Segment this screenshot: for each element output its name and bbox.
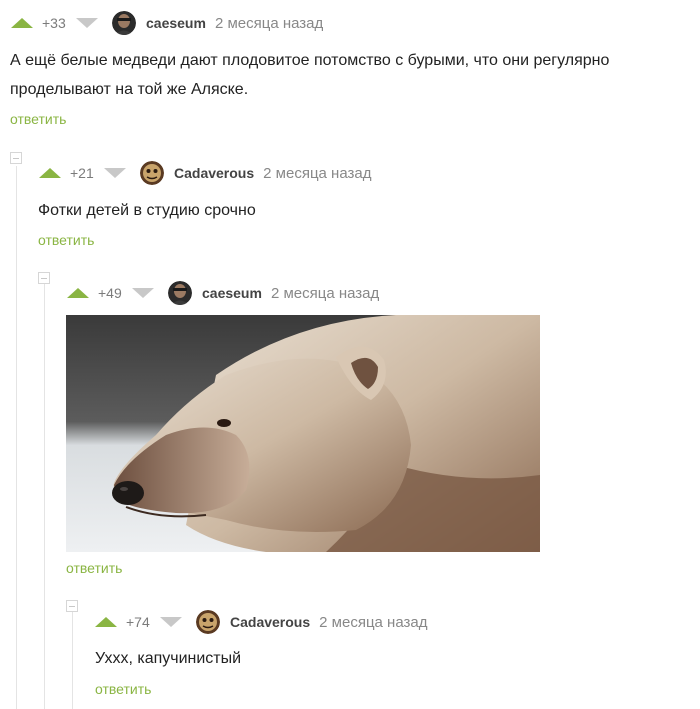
comment-meta: +49 caeseum 2 месяца назад: [67, 281, 379, 305]
comment-time[interactable]: 2 месяца назад: [319, 614, 427, 631]
comment-time[interactable]: 2 месяца назад: [215, 15, 323, 32]
comment-text-line: Фотки детей в студию срочно: [38, 202, 256, 219]
reply-button[interactable]: ответить: [66, 560, 122, 576]
reply-button[interactable]: ответить: [10, 111, 66, 127]
comment-meta: +33 caeseum 2 месяца назад: [11, 11, 323, 35]
downvote-icon[interactable]: [104, 168, 126, 178]
comment-text-line: А ещё белые медведи дают плодовитое пото…: [10, 52, 610, 69]
downvote-icon[interactable]: [160, 617, 182, 627]
collapse-icon[interactable]: [38, 272, 50, 284]
comment-author[interactable]: caeseum: [202, 285, 262, 301]
comment-score: +33: [42, 15, 66, 31]
avatar[interactable]: [196, 610, 220, 634]
comment-author[interactable]: Cadaverous: [174, 165, 254, 181]
comment-meta: +74 Cadaverous 2 месяца назад: [95, 610, 427, 634]
reply-button[interactable]: ответить: [38, 232, 94, 248]
comment-text: Уххх, капучинистый: [95, 644, 241, 673]
comment-score: +74: [126, 614, 150, 630]
comment-author[interactable]: Cadaverous: [230, 614, 310, 630]
comment-text: А ещё белые медведи дают плодовитое пото…: [10, 46, 609, 104]
upvote-icon[interactable]: [67, 288, 89, 298]
thread-line: [44, 284, 45, 709]
comment-score: +21: [70, 165, 94, 181]
upvote-icon[interactable]: [39, 168, 61, 178]
avatar[interactable]: [140, 161, 164, 185]
collapse-icon[interactable]: [10, 152, 22, 164]
collapse-icon[interactable]: [66, 600, 78, 612]
comment-score: +49: [98, 285, 122, 301]
avatar[interactable]: [168, 281, 192, 305]
comment-text-line: проделывают на той же Аляске.: [10, 81, 249, 98]
downvote-icon[interactable]: [132, 288, 154, 298]
comment-time[interactable]: 2 месяца назад: [271, 285, 379, 302]
downvote-icon[interactable]: [76, 18, 98, 28]
comment-text: Фотки детей в студию срочно: [38, 196, 256, 225]
thread-line: [16, 166, 17, 709]
thread-line: [72, 611, 73, 709]
reply-button[interactable]: ответить: [95, 681, 151, 697]
upvote-icon[interactable]: [95, 617, 117, 627]
bear-photo[interactable]: [66, 315, 540, 552]
upvote-icon[interactable]: [11, 18, 33, 28]
comment-meta: +21 Cadaverous 2 месяца назад: [39, 161, 371, 185]
comment-text-line: Уххх, капучинистый: [95, 650, 242, 667]
comment-author[interactable]: caeseum: [146, 15, 206, 31]
avatar[interactable]: [112, 11, 136, 35]
comment-time[interactable]: 2 месяца назад: [263, 165, 371, 182]
